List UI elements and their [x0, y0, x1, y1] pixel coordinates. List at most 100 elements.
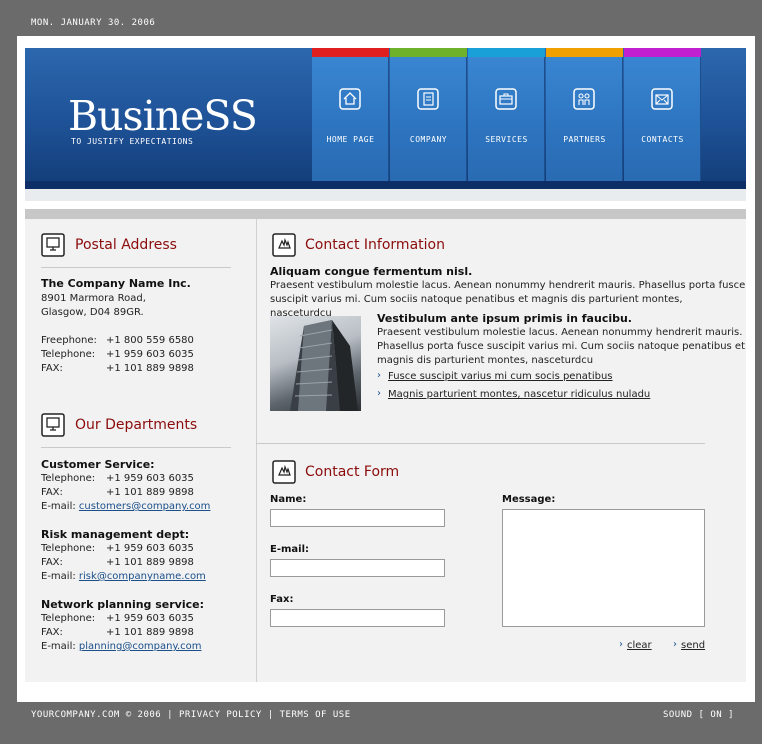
nav-color-bar — [624, 48, 701, 57]
section-divider — [41, 447, 231, 448]
fax-value: +1 101 889 9898 — [106, 627, 194, 638]
email-link[interactable]: risk@companyname.com — [79, 571, 206, 582]
footer-separator: | — [267, 710, 274, 720]
telephone-label: Telephone: — [41, 543, 96, 554]
telephone-row: Telephone: +1 959 603 6035 — [41, 348, 194, 362]
people-icon — [573, 88, 595, 110]
contact-info-title: Contact Information — [305, 237, 445, 253]
copyright-text: YOURCOMPANY.COM © 2006 — [31, 710, 162, 720]
building-graphic — [290, 320, 358, 411]
fax-label: FAX: — [41, 363, 63, 374]
nav-color-bar — [390, 48, 467, 57]
name-input[interactable] — [270, 509, 445, 527]
fax-input[interactable] — [270, 609, 445, 627]
department-telephone-row: Telephone: +1 959 603 6035 — [41, 542, 194, 556]
divider-bar — [25, 209, 746, 219]
section-divider — [256, 443, 705, 444]
email-label: E-mail: — [270, 544, 310, 555]
nav-color-bar — [546, 48, 623, 57]
email-input[interactable] — [270, 559, 445, 577]
telephone-label: Telephone: — [41, 473, 96, 484]
nav-services[interactable]: SERVICES — [468, 48, 545, 181]
fax-value: +1 101 889 9898 — [106, 363, 194, 374]
nav-label: CONTACTS — [641, 135, 684, 144]
postal-address-title: Postal Address — [75, 237, 177, 253]
sound-toggle[interactable]: SOUND [ ON ] — [663, 710, 734, 720]
home-icon — [339, 88, 361, 110]
department-email-row: E-mail: planning@company.com — [41, 640, 202, 654]
freephone-row: Freephone: +1 800 559 6580 — [41, 334, 194, 348]
nav-home-page[interactable]: HOME PAGE — [312, 48, 389, 181]
email-label: E-mail: — [41, 641, 76, 652]
nav-partners[interactable]: PARTNERS — [546, 48, 623, 181]
department-fax-row: FAX: +1 101 889 9898 — [41, 486, 194, 500]
contact-info-paragraph-line: Phasellus porta fusce suscipit varius mi… — [377, 341, 745, 352]
email-link[interactable]: customers@company.com — [79, 501, 211, 512]
message-label: Message: — [502, 494, 556, 505]
telephone-value: +1 959 603 6035 — [106, 613, 194, 624]
name-label: Name: — [270, 494, 307, 505]
freephone-label: Freephone: — [41, 335, 97, 346]
departments-title: Our Departments — [75, 417, 198, 433]
nav-company[interactable]: COMPANY — [390, 48, 467, 181]
arrow-bullet-icon: › — [377, 388, 381, 399]
freephone-value: +1 800 559 6580 — [106, 335, 194, 346]
department-telephone-row: Telephone: +1 959 603 6035 — [41, 612, 194, 626]
footer-separator: | — [167, 710, 174, 720]
department-fax-row: FAX: +1 101 889 9898 — [41, 556, 194, 570]
header-stripe — [25, 189, 746, 201]
telephone-value: +1 959 603 6035 — [106, 473, 194, 484]
info-link[interactable]: Fusce suscipit varius mi cum socis penat… — [388, 370, 613, 384]
company-name: The Company Name Inc. — [41, 277, 191, 290]
nav-label: HOME PAGE — [326, 135, 375, 144]
clear-button[interactable]: clear — [627, 639, 652, 653]
footer-links: YOURCOMPANY.COM © 2006 | PRIVACY POLICY … — [31, 710, 351, 720]
fax-value: +1 101 889 9898 — [106, 487, 194, 498]
nav-color-bar — [312, 48, 389, 57]
monitor-icon — [41, 233, 65, 257]
tagline: TO JUSTIFY EXPECTATIONS — [71, 137, 194, 146]
contact-info-subheading: Vestibulum ante ipsum primis in faucibu. — [377, 312, 632, 325]
fax-row: FAX: +1 101 889 9898 — [41, 362, 194, 376]
email-label: E-mail: — [41, 571, 76, 582]
telephone-label: Telephone: — [41, 349, 96, 360]
content-area: Postal Address The Company Name Inc. 890… — [25, 219, 746, 682]
hand-pointer-icon — [272, 460, 296, 484]
nav-label: SERVICES — [485, 135, 528, 144]
department-name: Risk management dept: — [41, 528, 190, 541]
nav-label: PARTNERS — [563, 135, 606, 144]
message-textarea[interactable] — [502, 509, 705, 627]
contact-info-paragraph-line: Praesent vestibulum molestie lacus. Aene… — [377, 327, 743, 338]
envelope-icon — [651, 88, 673, 110]
privacy-policy-link[interactable]: PRIVACY POLICY — [179, 710, 262, 720]
fax-label: FAX: — [41, 557, 63, 568]
arrow-bullet-icon: › — [619, 639, 623, 650]
terms-of-use-link[interactable]: TERMS OF USE — [280, 710, 351, 720]
telephone-label: Telephone: — [41, 613, 96, 624]
street-address: 8901 Marmora Road, — [41, 293, 146, 304]
contact-info-paragraph-line: magnis dis parturient montes, nasceturdc… — [377, 355, 594, 366]
send-button[interactable]: send — [681, 639, 705, 653]
nav-contacts[interactable]: CONTACTS — [624, 48, 701, 181]
fax-label: Fax: — [270, 594, 294, 605]
info-link[interactable]: Magnis parturient montes, nascetur ridic… — [388, 388, 650, 402]
nav-label: COMPANY — [409, 135, 448, 144]
fax-label: FAX: — [41, 487, 63, 498]
contact-form-title: Contact Form — [305, 464, 400, 480]
telephone-value: +1 959 603 6035 — [106, 543, 194, 554]
city-address: Glasgow, D04 89GR. — [41, 307, 144, 318]
department-name: Customer Service: — [41, 458, 155, 471]
briefcase-icon — [495, 88, 517, 110]
page-frame: BusineSS TO JUSTIFY EXPECTATIONS HOME PA… — [17, 36, 755, 702]
email-label: E-mail: — [41, 501, 76, 512]
department-telephone-row: Telephone: +1 959 603 6035 — [41, 472, 194, 486]
date-label: MON. JANUARY 30. 2006 — [31, 18, 156, 28]
department-email-row: E-mail: customers@company.com — [41, 500, 210, 514]
arrow-bullet-icon: › — [377, 370, 381, 381]
building-photo — [270, 316, 361, 411]
section-divider — [41, 267, 231, 268]
email-link[interactable]: planning@company.com — [79, 641, 202, 652]
header: BusineSS TO JUSTIFY EXPECTATIONS HOME PA… — [25, 48, 746, 189]
department-fax-row: FAX: +1 101 889 9898 — [41, 626, 194, 640]
fax-value: +1 101 889 9898 — [106, 557, 194, 568]
